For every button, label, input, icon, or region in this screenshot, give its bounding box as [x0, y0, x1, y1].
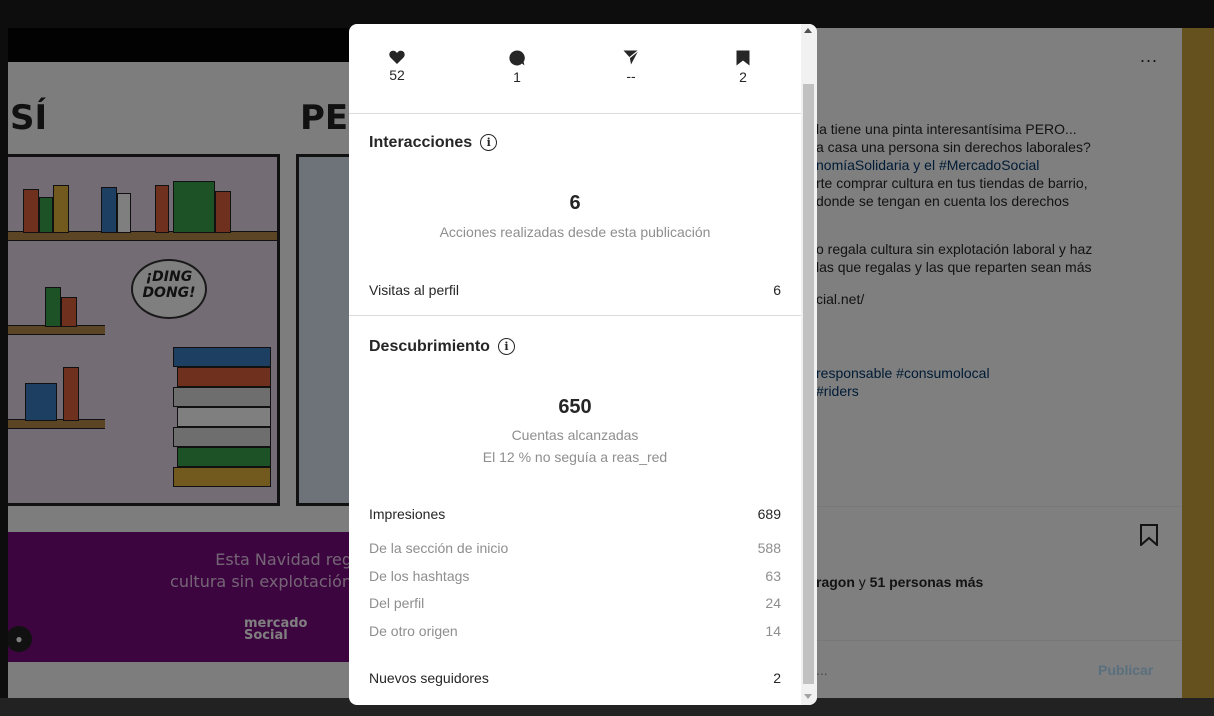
heart-icon — [389, 50, 405, 64]
bookmark-filled-icon — [736, 50, 750, 66]
source-value: 24 — [765, 595, 781, 611]
source-label: De otro origen — [369, 623, 458, 639]
post-insights-popover: 52 1 -- 2 Interacciones i 6 Acciones real… — [349, 24, 817, 705]
info-icon[interactable]: i — [497, 338, 515, 355]
reach-total: 650 — [558, 396, 592, 418]
comments-count: 1 — [513, 69, 521, 85]
impressions-value: 689 — [757, 506, 781, 522]
scroll-down-arrow-icon[interactable] — [804, 694, 812, 699]
comment-icon — [509, 50, 525, 66]
interactions-title-text: Interacciones — [369, 134, 473, 151]
interactions-total: 6 — [569, 192, 581, 214]
source-value: 588 — [757, 540, 781, 556]
paper-plane-icon — [623, 50, 639, 65]
new-followers-value: 2 — [773, 670, 781, 686]
likes-count: 52 — [389, 67, 405, 83]
source-label: De los hashtags — [369, 568, 470, 584]
source-label: Del perfil — [369, 595, 425, 611]
source-label: De la sección de inicio — [369, 540, 509, 556]
likes-stat: 52 — [377, 50, 417, 83]
profile-visits-label: Visitas al perfil — [369, 282, 460, 298]
scrollbar-thumb[interactable] — [803, 84, 814, 684]
interactions-total-label: Acciones realizadas desde esta publicaci… — [439, 224, 711, 240]
discovery-title: Descubrimiento i — [369, 338, 515, 356]
reach-note: El 12 % no seguía a reas_red — [482, 449, 668, 465]
shares-stat: -- — [611, 50, 651, 84]
saves-stat: 2 — [723, 50, 763, 85]
saves-count: 2 — [739, 69, 747, 85]
stats-row: 52 1 -- 2 — [349, 24, 801, 114]
interactions-title: Interacciones i — [369, 134, 498, 152]
reach-label: Cuentas alcanzadas — [511, 427, 639, 443]
new-followers-label: Nuevos seguidores — [369, 670, 489, 686]
source-value: 63 — [765, 568, 781, 584]
scroll-up-arrow-icon[interactable] — [804, 28, 812, 33]
section-divider — [349, 315, 801, 316]
scrollbar[interactable] — [801, 24, 817, 705]
comments-stat: 1 — [497, 50, 537, 85]
impressions-label: Impresiones — [369, 506, 446, 522]
source-value: 14 — [765, 623, 781, 639]
info-icon[interactable]: i — [480, 134, 498, 151]
shares-count: -- — [626, 68, 636, 84]
profile-visits-value: 6 — [773, 282, 781, 298]
discovery-title-text: Descubrimiento — [369, 338, 490, 355]
